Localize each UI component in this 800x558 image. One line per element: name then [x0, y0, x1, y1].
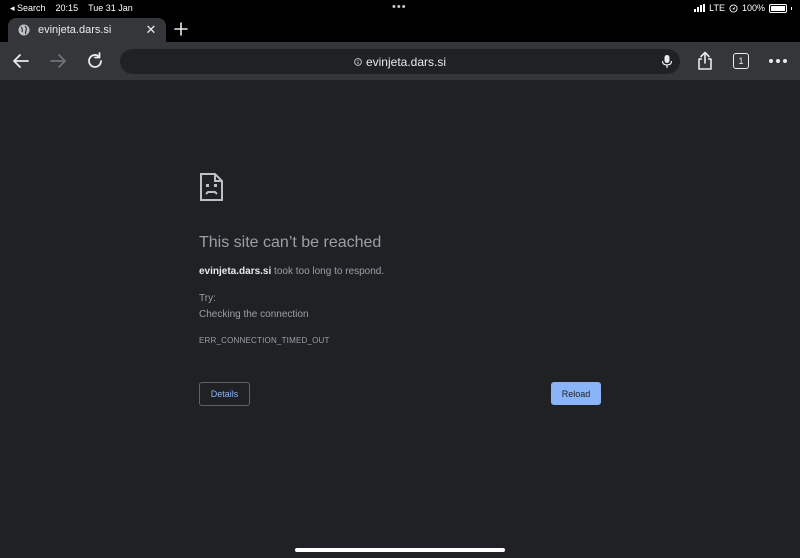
plus-icon[interactable] — [172, 20, 190, 38]
tab-title: evinjeta.dars.si — [38, 24, 112, 36]
microphone-icon[interactable] — [660, 54, 674, 69]
error-host: evinjeta.dars.si — [199, 266, 272, 277]
toolbar: evinjeta.dars.si 1 — [0, 42, 800, 80]
network-type: LTE — [709, 3, 725, 13]
more-icon[interactable] — [767, 50, 789, 72]
error-page: This site can’t be reached evinjeta.dars… — [199, 172, 601, 406]
info-icon[interactable] — [354, 57, 362, 66]
multitasking-dots-icon[interactable]: ••• — [392, 1, 407, 13]
details-button[interactable]: Details — [199, 382, 250, 406]
error-title: This site can’t be reached — [199, 234, 382, 251]
forward-arrow-icon[interactable] — [47, 50, 69, 72]
error-message: took too long to respond. — [271, 266, 385, 277]
location-icon — [729, 3, 738, 13]
error-description: evinjeta.dars.si took too long to respon… — [199, 266, 384, 277]
try-label: Try: — [199, 293, 216, 304]
back-arrow-icon[interactable] — [10, 50, 32, 72]
close-icon[interactable]: ✕ — [144, 23, 158, 37]
battery-tip — [791, 6, 792, 10]
address-bar-url: evinjeta.dars.si — [365, 54, 447, 69]
reload-icon[interactable] — [84, 50, 106, 72]
status-time: 20:15 — [55, 3, 79, 13]
globe-icon — [18, 24, 30, 36]
back-to-app-link[interactable]: ◂ Search — [10, 3, 46, 14]
home-indicator[interactable] — [295, 548, 505, 552]
suggestion-item: Checking the connection — [199, 309, 309, 320]
sad-document-icon — [200, 173, 223, 201]
battery-percent: 100% — [741, 3, 765, 13]
tab-switcher-button[interactable]: 1 — [733, 53, 749, 69]
status-bar: ◂ Search 20:15 Tue 31 Jan ••• LTE 100% — [0, 0, 800, 16]
status-date: Tue 31 Jan — [88, 3, 133, 13]
reload-button[interactable]: Reload — [551, 382, 601, 405]
address-bar[interactable]: evinjeta.dars.si — [120, 49, 680, 74]
tab-strip: evinjeta.dars.si ✕ — [0, 16, 800, 42]
tab-active[interactable]: evinjeta.dars.si ✕ — [8, 18, 166, 42]
error-code: ERR_CONNECTION_TIMED_OUT — [199, 336, 330, 345]
share-icon[interactable] — [694, 50, 716, 72]
battery-icon — [769, 3, 787, 13]
cellular-signal-icon — [694, 4, 706, 12]
